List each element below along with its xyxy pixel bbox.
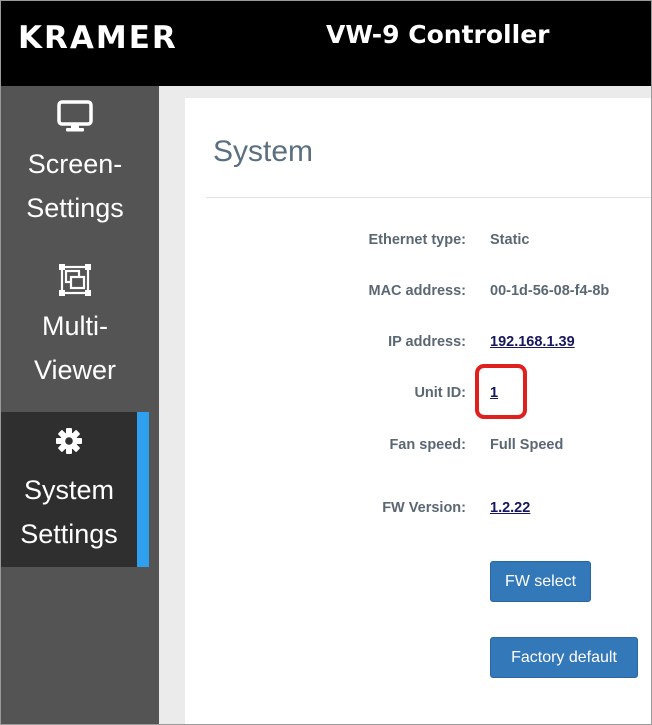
gear-icon	[1, 426, 137, 464]
divider	[206, 197, 651, 198]
factory-default-button[interactable]: Factory default	[490, 637, 638, 678]
unit-id-label: Unit ID:	[414, 385, 466, 401]
ip-address-label: IP address:	[388, 334, 466, 350]
system-panel	[185, 98, 651, 724]
fw-version-link[interactable]: 1.2.22	[490, 498, 530, 518]
app-title: VW-9 Controller	[326, 20, 550, 49]
kramer-logo: KRAMER	[18, 20, 178, 56]
mac-address-value: 00-1d-56-08-f4-8b	[490, 283, 610, 299]
unit-id-highlight-box	[475, 364, 527, 419]
mac-address-label: MAC address:	[368, 283, 467, 299]
fw-select-button[interactable]: FW select	[490, 561, 591, 602]
sidebar-item-screen-settings[interactable]: Screen- Settings	[1, 100, 149, 250]
ethernet-type-value: Static	[490, 232, 530, 248]
sidebar-item-multi-viewer[interactable]: Multi- Viewer	[1, 262, 149, 412]
fan-speed-label: Fan speed:	[389, 437, 466, 453]
sidebar-item-label: Screen-	[27, 149, 123, 179]
sidebar-item-label: Settings	[20, 519, 118, 549]
sidebar-item-system-settings[interactable]: System Settings	[1, 412, 137, 567]
multiviewer-icon	[1, 262, 149, 300]
page-title: System	[213, 135, 314, 168]
sidebar-item-label: Viewer	[33, 355, 117, 385]
app-window: KRAMER VW-9 Controller Screen- Settings	[0, 0, 652, 725]
fan-speed-value: Full Speed	[490, 437, 564, 453]
monitor-icon	[1, 100, 149, 138]
sidebar: Screen- Settings Multi- Viewer System Se…	[1, 86, 159, 724]
sidebar-item-label: Settings	[26, 193, 124, 223]
fw-version-label: FW Version:	[382, 500, 466, 516]
top-header: KRAMER VW-9 Controller	[1, 1, 651, 86]
active-indicator	[137, 412, 149, 567]
ethernet-type-label: Ethernet type:	[368, 232, 467, 248]
sidebar-item-label: System	[23, 475, 115, 505]
ip-address-link[interactable]: 192.168.1.39	[490, 332, 575, 352]
sidebar-item-label: Multi-	[42, 311, 108, 341]
